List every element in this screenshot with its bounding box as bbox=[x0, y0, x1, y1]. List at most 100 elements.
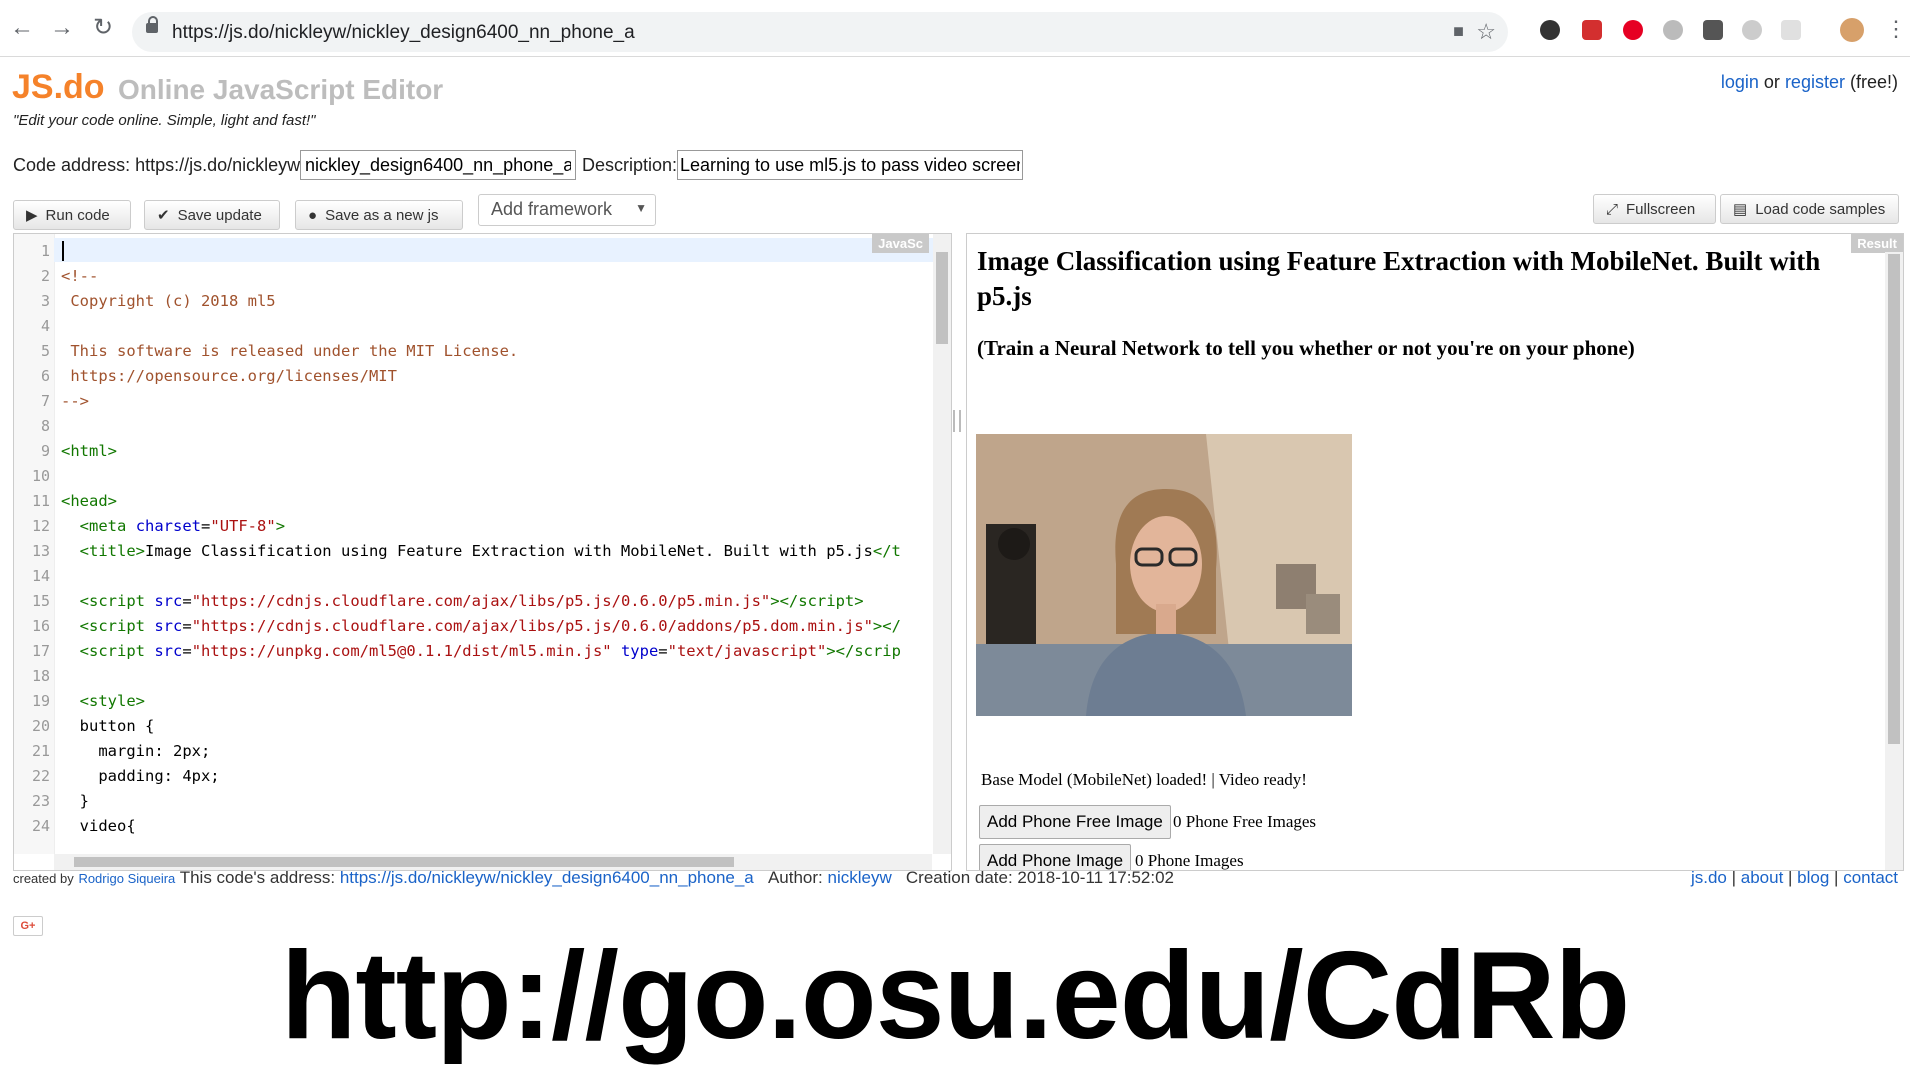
code-line[interactable]: <!-- bbox=[61, 267, 98, 285]
code-slug-input[interactable] bbox=[300, 150, 576, 180]
save-update-label: Save update bbox=[177, 206, 262, 224]
description-label: Description: bbox=[582, 155, 678, 175]
code-line[interactable]: This software is released under the MIT … bbox=[61, 342, 518, 360]
code-line[interactable]: https://opensource.org/licenses/MIT bbox=[61, 367, 397, 385]
author-label: Author: bbox=[767, 868, 823, 887]
site-logo-subtitle: Online JavaScript Editor bbox=[118, 74, 444, 105]
code-line[interactable]: <script src="https://cdnjs.cloudflare.co… bbox=[61, 592, 864, 610]
code-line[interactable]: padding: 4px; bbox=[61, 767, 219, 785]
editor-scroll-thumb[interactable] bbox=[936, 252, 948, 344]
code-line[interactable]: <style> bbox=[61, 692, 145, 710]
play-icon: ▶ bbox=[26, 207, 38, 224]
created-by-label: created by bbox=[13, 871, 74, 886]
code-line[interactable]: Copyright (c) 2018 ml5 bbox=[61, 292, 275, 310]
result-scroll-thumb[interactable] bbox=[1888, 254, 1900, 744]
add-phone-free-image-button[interactable]: Add Phone Free Image bbox=[979, 805, 1171, 839]
creation-date: Creation date: 2018-10-11 17:52:02 bbox=[905, 868, 1175, 887]
footer-link-blog[interactable]: blog bbox=[1797, 868, 1829, 887]
back-arrow-icon[interactable]: ← bbox=[8, 14, 36, 42]
add-phone-image-button[interactable]: Add Phone Image bbox=[979, 844, 1132, 870]
load-samples-label: Load code samples bbox=[1755, 200, 1886, 218]
code-line[interactable]: <head> bbox=[61, 492, 117, 510]
description-input[interactable] bbox=[677, 150, 1023, 180]
line-number: 21 bbox=[31, 742, 50, 760]
overlay-short-url: http://go.osu.edu/CdRb bbox=[280, 927, 1631, 1065]
result-heading: Image Classification using Feature Extra… bbox=[977, 246, 1821, 311]
register-link[interactable]: register bbox=[1785, 72, 1845, 92]
code-line[interactable]: <script src="https://unpkg.com/ml5@0.1.1… bbox=[61, 642, 901, 660]
line-number: 14 bbox=[31, 567, 50, 585]
author-link[interactable]: nickleyw bbox=[827, 868, 891, 887]
creator-link[interactable]: Rodrigo Siqueira bbox=[78, 871, 175, 886]
checkmark-icon: ✔ bbox=[157, 207, 170, 224]
fullscreen-button[interactable]: ⤢ Fullscreen bbox=[1593, 194, 1716, 224]
line-number: 7 bbox=[40, 392, 50, 410]
add-framework-label: Add framework bbox=[491, 199, 613, 219]
line-number: 5 bbox=[40, 342, 50, 360]
line-number: 22 bbox=[31, 767, 50, 785]
line-number: 2 bbox=[40, 267, 50, 285]
load-samples-button[interactable]: ▤ Load code samples bbox=[1720, 194, 1899, 224]
line-number: 24 bbox=[31, 817, 50, 835]
line-number: 23 bbox=[31, 792, 50, 810]
fullscreen-icon: ⤢ bbox=[1606, 200, 1619, 218]
result-scrollbar[interactable] bbox=[1885, 252, 1903, 870]
line-number: 17 bbox=[31, 642, 50, 660]
page-footer: created by Rodrigo Siqueira This code's … bbox=[13, 868, 1174, 888]
result-subheading: (Train a Neural Network to tell you whet… bbox=[977, 336, 1635, 360]
save-new-button[interactable]: ● Save as a new js bbox=[295, 200, 463, 230]
check-circle-icon: ● bbox=[308, 206, 318, 224]
code-line[interactable]: } bbox=[61, 792, 89, 810]
add-framework-select[interactable]: Add framework ▼ bbox=[478, 194, 656, 226]
code-line[interactable]: <meta charset="UTF-8"> bbox=[61, 517, 285, 535]
extension-doc-icon[interactable] bbox=[1781, 20, 1801, 40]
auth-free-text: (free!) bbox=[1849, 72, 1898, 92]
active-line-highlight bbox=[54, 238, 934, 262]
code-line[interactable]: <script src="https://cdnjs.cloudflare.co… bbox=[61, 617, 901, 635]
pinterest-icon[interactable] bbox=[1623, 20, 1643, 40]
address-bar[interactable]: https://js.do/nickleyw/nickley_design640… bbox=[132, 12, 1508, 52]
footer-link-contact[interactable]: contact bbox=[1843, 868, 1898, 887]
extension-circle-icon[interactable] bbox=[1742, 20, 1762, 40]
webcam-frame-illustration bbox=[976, 434, 1352, 716]
language-tag: JavaSc bbox=[872, 234, 929, 253]
editor-vertical-scrollbar[interactable] bbox=[933, 234, 951, 854]
skype-icon[interactable] bbox=[1663, 20, 1683, 40]
line-number: 10 bbox=[31, 467, 50, 485]
code-line[interactable]: <html> bbox=[61, 442, 117, 460]
camera-icon[interactable]: ■ bbox=[1453, 21, 1464, 42]
run-code-button[interactable]: ▶ Run code bbox=[13, 200, 131, 230]
line-number: 16 bbox=[31, 617, 50, 635]
site-logo[interactable]: JS.do bbox=[12, 68, 105, 107]
line-number: 13 bbox=[31, 542, 50, 560]
code-editor[interactable]: 1 2 3 4 5 6 7 8 9 10 11 12 13 14 15 16 17 18 19 20 21 22 23 24 … bbox=[13, 233, 952, 871]
forward-arrow-icon[interactable]: → bbox=[48, 14, 76, 42]
code-line[interactable]: button { bbox=[61, 717, 155, 735]
line-number: 15 bbox=[31, 592, 50, 610]
line-number: 20 bbox=[31, 717, 50, 735]
footer-link-jsdo[interactable]: js.do bbox=[1691, 868, 1727, 887]
chevron-down-icon: ▼ bbox=[635, 201, 647, 215]
login-link[interactable]: login bbox=[1721, 72, 1759, 92]
reload-icon[interactable]: ↻ bbox=[89, 14, 117, 42]
document-icon: ▤ bbox=[1733, 201, 1748, 218]
browser-menu-icon[interactable]: ⋮ bbox=[1885, 16, 1907, 42]
save-update-button[interactable]: ✔ Save update bbox=[144, 200, 280, 230]
browser-toolbar: ← → ↻ https://js.do/nickleyw/nickley_des… bbox=[0, 0, 1910, 57]
profile-avatar[interactable] bbox=[1840, 18, 1864, 42]
footer-link-about[interactable]: about bbox=[1741, 868, 1784, 887]
code-address-link[interactable]: https://js.do/nickleyw/nickley_design640… bbox=[340, 868, 754, 887]
line-number: 3 bbox=[40, 292, 50, 310]
code-line[interactable]: margin: 2px; bbox=[61, 742, 210, 760]
code-line[interactable]: --> bbox=[61, 392, 89, 410]
line-number: 8 bbox=[40, 417, 50, 435]
extension-drop-icon[interactable] bbox=[1540, 20, 1560, 40]
address-bar-url: https://js.do/nickleyw/nickley_design640… bbox=[172, 22, 635, 43]
extension-s-icon[interactable] bbox=[1703, 20, 1723, 40]
editor-hscroll-thumb[interactable] bbox=[74, 857, 734, 867]
bookmark-star-icon[interactable]: ☆ bbox=[1476, 19, 1496, 45]
code-line[interactable]: video{ bbox=[61, 817, 136, 835]
extension-mail-icon[interactable] bbox=[1582, 20, 1602, 40]
code-line[interactable]: <title>Image Classification using Featur… bbox=[61, 542, 901, 560]
pane-resize-handle[interactable] bbox=[953, 410, 961, 432]
